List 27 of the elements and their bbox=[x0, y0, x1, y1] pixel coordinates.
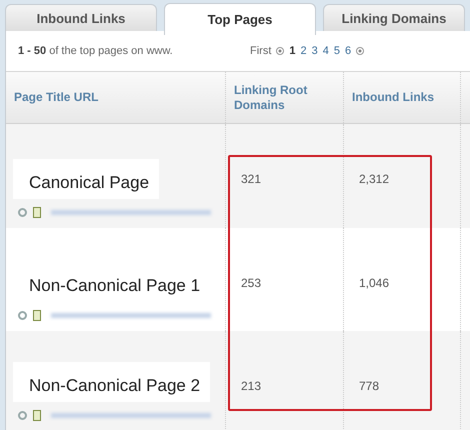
page-link[interactable]: 1 bbox=[289, 45, 296, 57]
table-cell: 253 bbox=[241, 276, 262, 290]
tab[interactable]: Top Pages bbox=[164, 3, 316, 35]
results-summary: 1 - 50 of the top pages on www. bbox=[18, 45, 174, 57]
column-header[interactable]: Linking Root Domains bbox=[234, 82, 343, 112]
table-cell: 2,312 bbox=[359, 172, 390, 186]
previous-icon[interactable] bbox=[276, 47, 284, 55]
page-link[interactable]: 6 bbox=[345, 45, 352, 57]
first-link[interactable]: First bbox=[250, 45, 272, 57]
page-title[interactable]: Non-Canonical Page 2 bbox=[13, 362, 210, 402]
document-icon[interactable] bbox=[33, 310, 41, 321]
table-cell: 778 bbox=[359, 379, 380, 393]
next-icon[interactable] bbox=[356, 47, 364, 55]
page-title[interactable]: Canonical Page bbox=[13, 159, 160, 199]
table-cell: 1,046 bbox=[359, 276, 390, 290]
page-link[interactable]: 3 bbox=[312, 45, 318, 57]
table-cell: 321 bbox=[241, 172, 262, 186]
document-icon[interactable] bbox=[33, 207, 41, 218]
document-icon[interactable] bbox=[33, 410, 41, 421]
tab[interactable]: Linking Domains bbox=[323, 4, 465, 31]
column-header[interactable]: Inbound Links bbox=[352, 90, 434, 105]
page-link[interactable]: 2 bbox=[300, 45, 307, 57]
column-header[interactable]: Page Title URL bbox=[14, 90, 98, 105]
tab[interactable]: Inbound Links bbox=[5, 4, 157, 31]
page-link[interactable]: 4 bbox=[322, 45, 329, 57]
table-cell: 213 bbox=[241, 379, 262, 393]
page-link[interactable]: 5 bbox=[334, 45, 340, 57]
